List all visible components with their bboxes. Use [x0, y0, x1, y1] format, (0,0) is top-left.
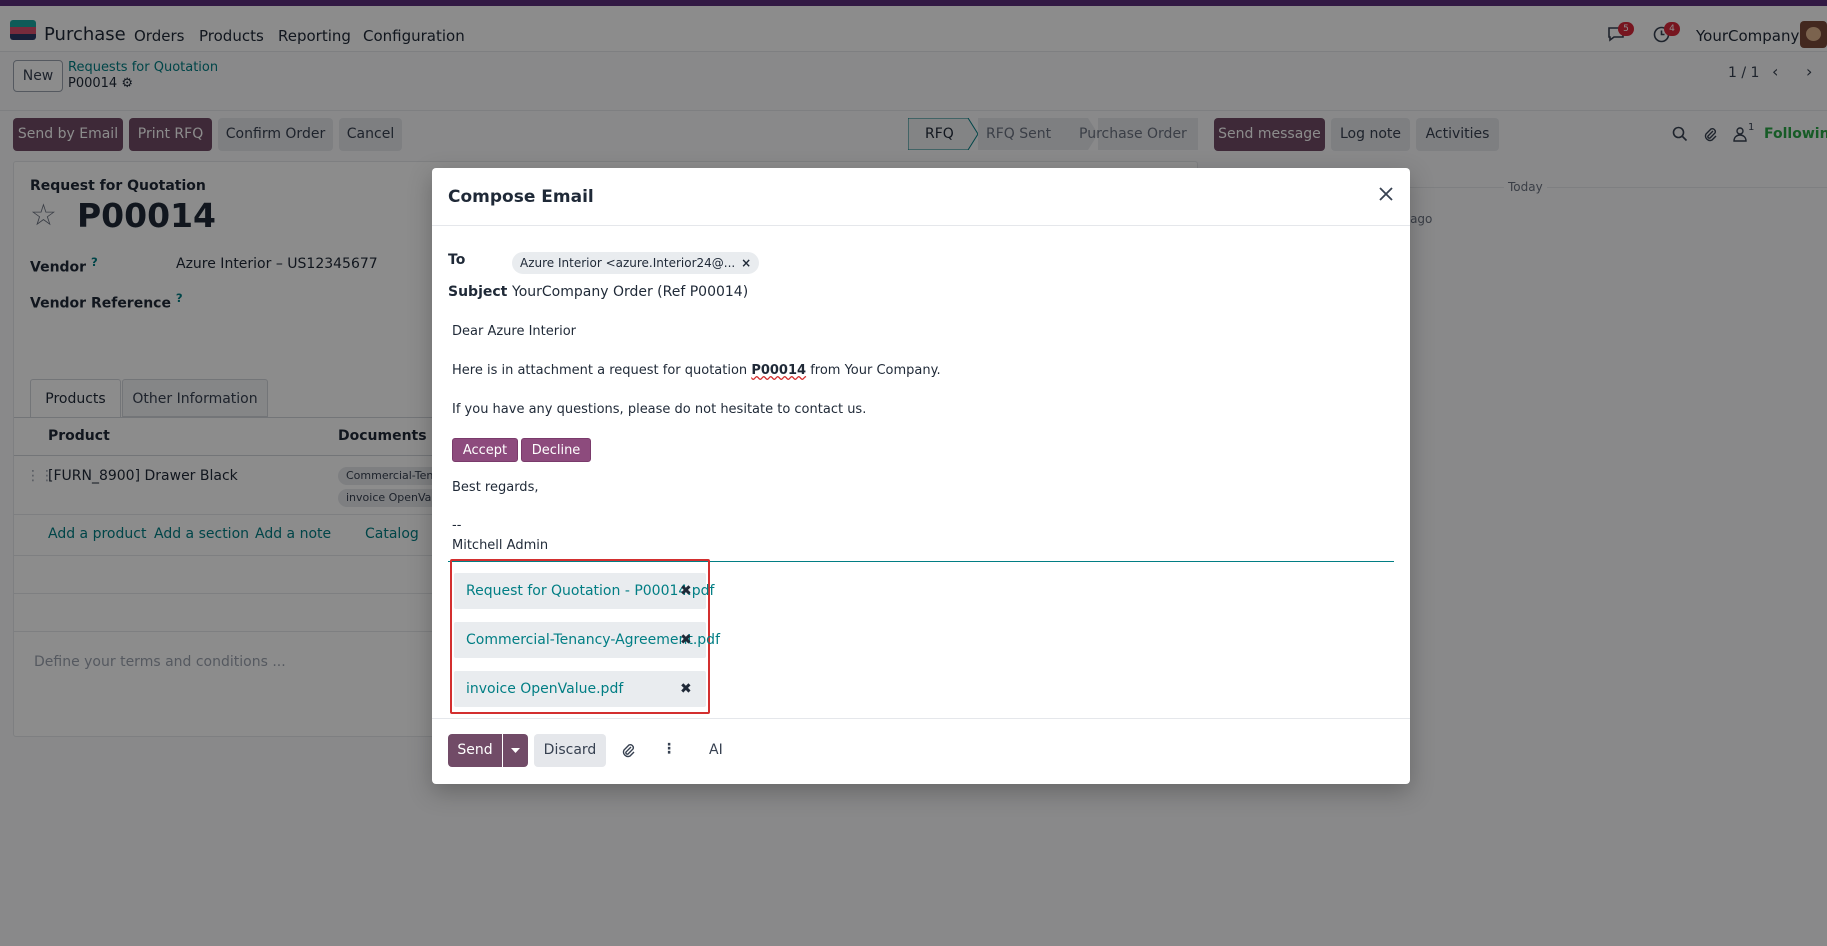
- dialog-header: Compose Email: [432, 168, 1410, 226]
- dialog-title: Compose Email: [448, 187, 594, 207]
- remove-attachment-icon[interactable]: ✖: [680, 632, 692, 648]
- subject-input[interactable]: YourCompany Order (Ref P00014): [512, 284, 748, 300]
- remove-recipient-icon[interactable]: ×: [741, 256, 751, 270]
- close-icon[interactable]: [1376, 184, 1396, 204]
- caret-down-icon: [511, 748, 520, 753]
- attachment-item[interactable]: invoice OpenValue.pdf ✖: [454, 671, 706, 707]
- attachments-list: Request for Quotation - P00014.pdf ✖ Com…: [450, 559, 720, 714]
- to-label: To: [448, 252, 466, 268]
- send-options-button[interactable]: [503, 734, 528, 767]
- signature-name: Mitchell Admin: [452, 538, 549, 553]
- remove-attachment-icon[interactable]: ✖: [680, 583, 692, 599]
- body-line-1: Here is in attachment a request for quot…: [452, 363, 941, 378]
- decline-button[interactable]: Decline: [521, 438, 591, 462]
- recipient-tag[interactable]: Azure Interior <azure.Interior24@... ×: [512, 252, 760, 274]
- more-options-icon[interactable]: ⋮: [662, 741, 676, 757]
- send-button[interactable]: Send: [448, 734, 502, 767]
- accept-button[interactable]: Accept: [452, 438, 518, 462]
- body-line-1-end: from Your Company.: [806, 363, 941, 378]
- regards-text: Best regards,: [452, 480, 539, 495]
- attachment-name[interactable]: Request for Quotation - P00014.pdf: [466, 583, 714, 599]
- signature-separator: --: [452, 518, 462, 533]
- attachment-name[interactable]: invoice OpenValue.pdf: [466, 681, 623, 697]
- compose-email-dialog: Compose Email To Azure Interior <azure.I…: [432, 168, 1410, 784]
- remove-attachment-icon[interactable]: ✖: [680, 681, 692, 697]
- body-line-2: If you have any questions, please do not…: [452, 402, 867, 417]
- recipient-text: Azure Interior <azure.Interior24@...: [520, 256, 736, 270]
- ai-button[interactable]: AI: [709, 742, 723, 758]
- subject-label: Subject: [448, 284, 508, 300]
- greeting-text: Dear Azure Interior: [452, 324, 577, 339]
- email-body-editor[interactable]: Dear Azure Interior Here is in attachmen…: [448, 314, 1394, 560]
- rfq-reference: P00014: [751, 363, 807, 378]
- body-line-1-start: Here is in attachment a request for quot…: [452, 363, 752, 378]
- discard-button[interactable]: Discard: [534, 734, 606, 767]
- attachment-item[interactable]: Commercial-Tenancy-Agreement.pdf ✖: [454, 622, 720, 658]
- attach-file-icon[interactable]: [620, 742, 636, 762]
- attachment-item[interactable]: Request for Quotation - P00014.pdf ✖: [454, 573, 714, 609]
